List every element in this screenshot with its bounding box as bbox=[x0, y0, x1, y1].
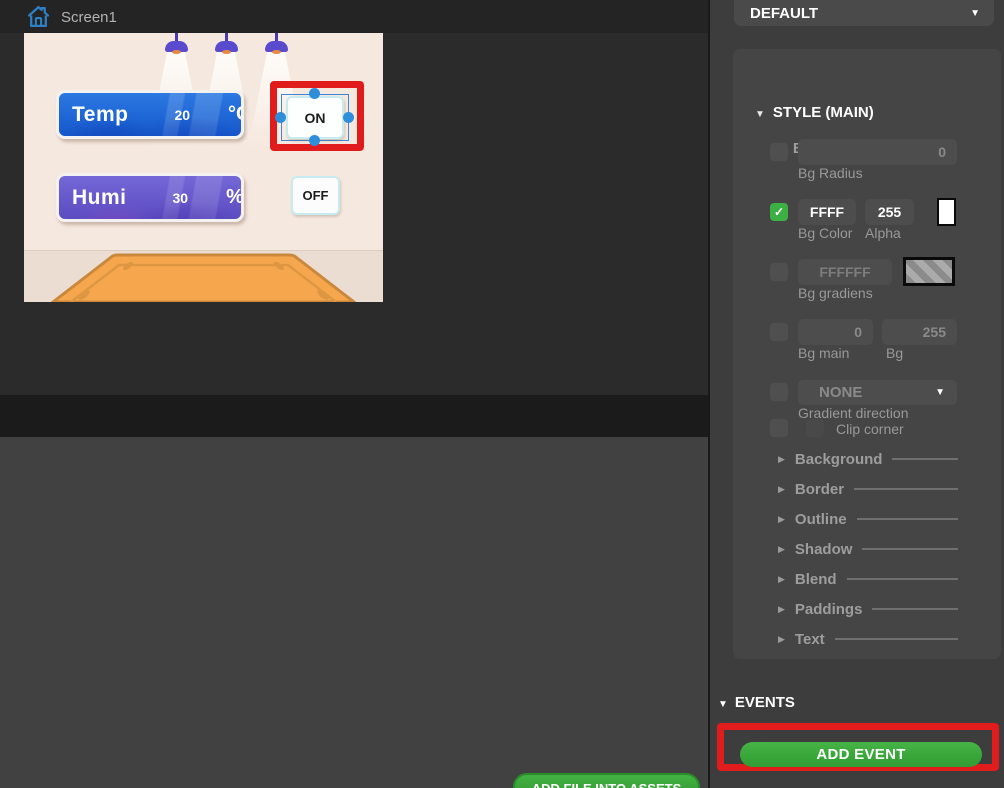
group-border[interactable]: ▶ Border bbox=[733, 480, 1001, 498]
bg-gradient-swatch[interactable] bbox=[903, 257, 955, 286]
bg-color-checkbox[interactable]: ✓ bbox=[770, 203, 788, 221]
events-header[interactable]: ▼EVENTS bbox=[718, 694, 795, 711]
bg-color-input[interactable]: FFFF bbox=[798, 199, 856, 225]
temp-label: Temp bbox=[72, 103, 128, 127]
alpha-label: Alpha bbox=[865, 225, 901, 241]
expand-triangle-icon: ▶ bbox=[778, 514, 785, 525]
design-canvas[interactable]: Temp 20 °C Humi 30 % ON OFF bbox=[24, 33, 383, 302]
chevron-down-icon: ▼ bbox=[970, 8, 980, 19]
bg-color-swatch[interactable] bbox=[937, 198, 956, 226]
temp-widget[interactable]: Temp 20 °C bbox=[56, 90, 244, 139]
bg-gradients-checkbox[interactable] bbox=[770, 263, 788, 281]
style-main-header[interactable]: ▼STYLE (MAIN) bbox=[755, 104, 874, 121]
bg-label: Bg bbox=[886, 345, 903, 361]
off-button[interactable]: OFF bbox=[291, 176, 340, 215]
expand-triangle-icon: ▶ bbox=[778, 454, 785, 465]
bg-input[interactable]: 255 bbox=[882, 319, 957, 345]
selection-handle-left[interactable] bbox=[275, 112, 286, 123]
clip-corner-checkbox[interactable] bbox=[770, 419, 788, 437]
group-blend[interactable]: ▶ Blend bbox=[733, 570, 1001, 588]
temp-unit: °C bbox=[228, 103, 244, 126]
clip-corner-toggle[interactable] bbox=[806, 419, 824, 437]
header-rule bbox=[854, 488, 958, 490]
group-outline[interactable]: ▶ Outline bbox=[733, 510, 1001, 528]
header-rule bbox=[857, 518, 958, 520]
bg-gradients-input[interactable]: FFFFFF bbox=[798, 259, 892, 285]
inspector-panel: DEFAULT ▼ ▼STYLE (MAIN) ▼ Background Bg … bbox=[710, 0, 1004, 788]
add-file-into-assets-button[interactable]: ADD FILE INTO ASSETS bbox=[513, 773, 700, 788]
selection-handle-top[interactable] bbox=[309, 88, 320, 99]
home-icon[interactable] bbox=[26, 4, 51, 29]
bg-alpha-input[interactable]: 255 bbox=[865, 199, 914, 225]
humi-value: 30 bbox=[173, 190, 189, 206]
collapse-triangle-icon: ▼ bbox=[755, 109, 765, 120]
add-event-button[interactable]: ADD EVENT bbox=[740, 742, 982, 767]
table-graphic bbox=[24, 252, 383, 302]
clip-corner-label: Clip corner bbox=[836, 421, 904, 437]
selection-handle-right[interactable] bbox=[343, 112, 354, 123]
group-background[interactable]: ▶ Background bbox=[733, 450, 1001, 468]
horizontal-divider bbox=[0, 395, 708, 437]
header-rule bbox=[872, 608, 958, 610]
app-window: Screen1 Temp 20 °C Humi bbox=[0, 0, 1004, 788]
header-rule bbox=[892, 458, 958, 460]
expand-triangle-icon: ▶ bbox=[778, 634, 785, 645]
humi-unit: % bbox=[226, 186, 244, 209]
collapse-triangle-icon: ▼ bbox=[718, 699, 728, 710]
expand-triangle-icon: ▶ bbox=[778, 544, 785, 555]
temp-value: 20 bbox=[174, 107, 190, 123]
gradient-direction-checkbox[interactable] bbox=[770, 383, 788, 401]
chevron-down-icon: ▼ bbox=[935, 387, 945, 398]
group-shadow[interactable]: ▶ Shadow bbox=[733, 540, 1001, 558]
bg-color-label: Bg Color bbox=[798, 225, 852, 241]
header-rule bbox=[835, 638, 958, 640]
humi-label: Humi bbox=[72, 186, 127, 210]
bg-radius-input[interactable]: 0 bbox=[798, 139, 957, 165]
bg-main-input[interactable]: 0 bbox=[798, 319, 873, 345]
on-button[interactable]: ON bbox=[286, 96, 344, 139]
bg-main-label: Bg main bbox=[798, 345, 849, 361]
header-rule bbox=[847, 578, 958, 580]
screen-title: Screen1 bbox=[61, 9, 117, 26]
style-main-section: ▼STYLE (MAIN) ▼ Background Bg Radius 0 B… bbox=[733, 49, 1001, 659]
group-paddings[interactable]: ▶ Paddings bbox=[733, 600, 1001, 618]
bg-radius-label: Bg Radius bbox=[798, 165, 863, 181]
state-dropdown[interactable]: DEFAULT ▼ bbox=[734, 0, 994, 26]
selection-handle-bottom[interactable] bbox=[309, 135, 320, 146]
canvas-topbar: Screen1 bbox=[0, 0, 708, 33]
expand-triangle-icon: ▶ bbox=[778, 484, 785, 495]
assets-panel bbox=[0, 437, 708, 788]
bg-gradients-label: Bg gradiens bbox=[798, 285, 873, 301]
group-text[interactable]: ▶ Text bbox=[733, 630, 1001, 648]
expand-triangle-icon: ▶ bbox=[778, 604, 785, 615]
humi-widget[interactable]: Humi 30 % bbox=[56, 173, 244, 222]
bg-main-checkbox[interactable] bbox=[770, 323, 788, 341]
gradient-direction-dropdown[interactable]: NONE ▼ bbox=[798, 380, 957, 405]
expand-triangle-icon: ▶ bbox=[778, 574, 785, 585]
header-rule bbox=[862, 548, 958, 550]
state-dropdown-value: DEFAULT bbox=[750, 5, 970, 22]
bg-radius-checkbox[interactable] bbox=[770, 143, 788, 161]
